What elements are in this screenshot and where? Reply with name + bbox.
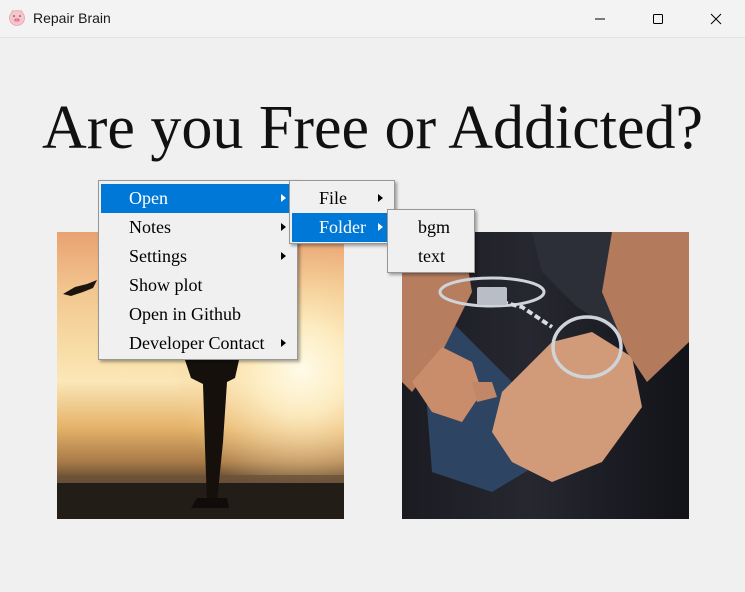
minimize-button[interactable]: [571, 0, 629, 38]
minimize-icon: [595, 18, 605, 20]
menu-item-label: Developer Contact: [129, 333, 265, 353]
folder-submenu: bgm text: [387, 209, 475, 273]
menu-item-label: Notes: [129, 217, 171, 237]
submenu-arrow-icon: [281, 252, 286, 260]
menu-item-label: Open in Github: [129, 304, 241, 324]
submenu-arrow-icon: [281, 223, 286, 231]
page-heading: Are you Free or Addicted?: [41, 94, 704, 162]
submenu-arrow-icon: [281, 194, 286, 202]
title-bar: Repair Brain: [0, 0, 745, 38]
menu-item-label: text: [418, 246, 445, 266]
menu-item-label: Folder: [319, 217, 366, 237]
menu-item-developer-contact[interactable]: Developer Contact: [101, 329, 295, 358]
submenu-arrow-icon: [378, 223, 383, 231]
window-title: Repair Brain: [33, 10, 111, 26]
submenu-arrow-icon: [281, 339, 286, 347]
menu-item-file[interactable]: File: [292, 184, 392, 213]
pig-face-icon: [9, 9, 25, 26]
menu-item-folder[interactable]: Folder: [292, 213, 392, 242]
maximize-button[interactable]: [629, 0, 687, 38]
menu-item-open[interactable]: Open: [101, 184, 295, 213]
menu-item-label: bgm: [418, 217, 451, 237]
menu-item-notes[interactable]: Notes: [101, 213, 295, 242]
close-button[interactable]: [687, 0, 745, 38]
close-icon: [710, 13, 722, 25]
menu-item-settings[interactable]: Settings: [101, 242, 295, 271]
menu-item-show-plot[interactable]: Show plot: [101, 271, 295, 300]
open-submenu: File Folder: [289, 180, 395, 244]
menu-item-bgm[interactable]: bgm: [390, 213, 472, 242]
submenu-arrow-icon: [378, 194, 383, 202]
menu-item-open-in-github[interactable]: Open in Github: [101, 300, 295, 329]
maximize-icon: [653, 14, 663, 24]
context-menu: Open Notes Settings Show plot Open in Gi…: [98, 180, 298, 360]
menu-item-text[interactable]: text: [390, 242, 472, 271]
menu-item-label: File: [319, 188, 348, 208]
menu-item-label: Settings: [129, 246, 188, 266]
menu-item-label: Show plot: [129, 275, 203, 295]
handcuffed-hands-photo: [402, 232, 689, 519]
menu-item-label: Open: [129, 188, 168, 208]
